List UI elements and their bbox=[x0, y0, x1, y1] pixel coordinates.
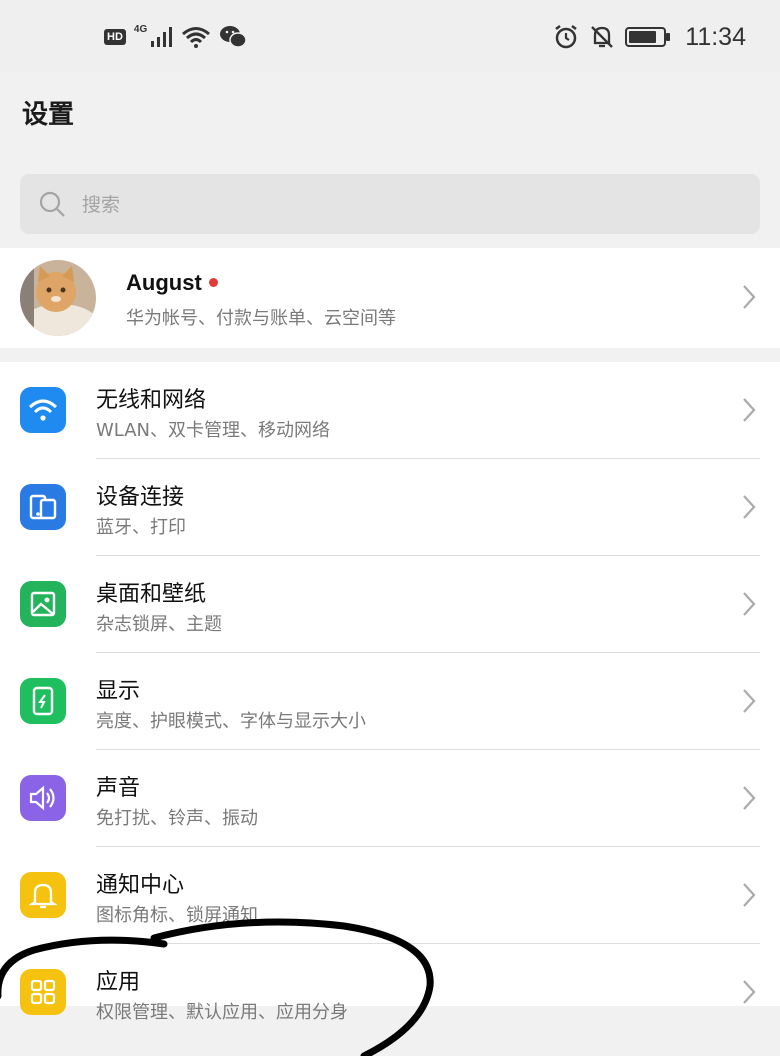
item-title: 无线和网络 bbox=[96, 388, 207, 413]
avatar bbox=[20, 260, 96, 336]
wifi-icon bbox=[182, 27, 211, 48]
settings-list: 无线和网络 WLAN、双卡管理、移动网络 设备连接 蓝牙、打印 桌面和壁纸 杂志… bbox=[0, 362, 780, 1023]
item-title: 通知中心 bbox=[96, 873, 185, 898]
item-title: 声音 bbox=[96, 776, 141, 801]
search-icon bbox=[39, 191, 65, 217]
chevron-right-icon bbox=[743, 883, 756, 907]
battery-icon bbox=[625, 27, 671, 47]
device-connect-icon bbox=[20, 484, 66, 530]
item-subtitle: 免打扰、铃声、振动 bbox=[96, 808, 258, 829]
chevron-right-icon bbox=[743, 689, 756, 713]
chevron-right-icon bbox=[743, 980, 756, 1004]
item-subtitle: 亮度、护眼模式、字体与显示大小 bbox=[96, 711, 366, 732]
chevron-right-icon bbox=[743, 786, 756, 810]
chevron-right-icon bbox=[743, 285, 756, 309]
account-name: August bbox=[126, 270, 202, 295]
wifi-icon bbox=[20, 387, 66, 433]
status-left-icons: HD 4G bbox=[104, 22, 247, 52]
wallpaper-icon bbox=[20, 581, 66, 627]
item-title: 显示 bbox=[96, 679, 141, 704]
item-subtitle: WLAN、双卡管理、移动网络 bbox=[96, 420, 331, 441]
item-title: 桌面和壁纸 bbox=[96, 582, 207, 607]
page-title: 设置 bbox=[22, 100, 75, 130]
mute-bell-icon bbox=[591, 26, 614, 48]
status-right-icons: 11:34 bbox=[553, 20, 746, 54]
search-placeholder: 搜索 bbox=[82, 194, 121, 216]
annotation-circle-mark bbox=[0, 918, 434, 1056]
wechat-icon bbox=[220, 26, 247, 48]
alarm-icon bbox=[555, 25, 578, 49]
item-subtitle: 蓝牙、打印 bbox=[96, 517, 186, 538]
chevron-right-icon bbox=[743, 398, 756, 422]
notification-dot bbox=[209, 278, 218, 287]
account-row[interactable]: August 华为帐号、付款与账单、云空间等 bbox=[0, 248, 780, 348]
bell-icon bbox=[20, 872, 66, 918]
account-subtitle: 华为帐号、付款与账单、云空间等 bbox=[126, 308, 396, 329]
network-type-label: 4G bbox=[133, 23, 148, 35]
signal-icon bbox=[151, 27, 173, 47]
settings-item-device-connection[interactable]: 设备连接 蓝牙、打印 bbox=[0, 459, 780, 556]
item-title: 设备连接 bbox=[96, 485, 185, 510]
clock: 11:34 bbox=[685, 22, 746, 51]
status-bar: HD 4G 11:34 bbox=[0, 0, 780, 72]
display-icon bbox=[20, 678, 66, 724]
settings-item-display[interactable]: 显示 亮度、护眼模式、字体与显示大小 bbox=[0, 653, 780, 750]
speaker-icon bbox=[20, 775, 66, 821]
item-subtitle: 杂志锁屏、主题 bbox=[96, 614, 222, 635]
chevron-right-icon bbox=[743, 592, 756, 616]
settings-item-wireless[interactable]: 无线和网络 WLAN、双卡管理、移动网络 bbox=[0, 362, 780, 459]
chevron-right-icon bbox=[743, 495, 756, 519]
hd-badge: HD bbox=[104, 29, 126, 45]
settings-item-desktop-wallpaper[interactable]: 桌面和壁纸 杂志锁屏、主题 bbox=[0, 556, 780, 653]
settings-item-sound[interactable]: 声音 免打扰、铃声、振动 bbox=[0, 750, 780, 847]
search-input[interactable]: 搜索 bbox=[20, 174, 760, 234]
